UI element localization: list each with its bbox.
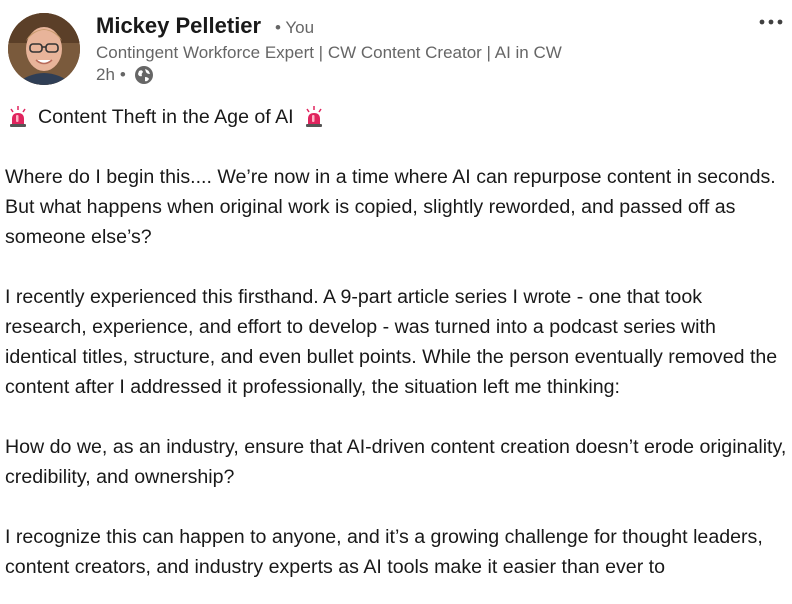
connection-degree: • You	[275, 18, 315, 37]
post-time: 2h	[96, 65, 115, 84]
post-meta: 2h •	[96, 65, 154, 85]
more-options-button[interactable]	[756, 8, 786, 36]
feed-post: Mickey Pelletier • You Contingent Workfo…	[0, 0, 792, 604]
post-title: Content Theft in the Age of AI	[38, 106, 294, 128]
siren-emoji-icon	[304, 106, 324, 128]
author-name[interactable]: Mickey Pelletier	[96, 13, 261, 39]
meta-separator: •	[119, 65, 126, 84]
globe-icon	[134, 65, 154, 85]
post-title-line: Content Theft in the Age of AI	[8, 102, 789, 132]
post-paragraph: I recognize this can happen to anyone, a…	[5, 526, 763, 578]
post-body: Content Theft in the Age of AI Where do …	[5, 102, 789, 582]
post-paragraph: How do we, as an industry, ensure that A…	[5, 436, 787, 488]
author-headline[interactable]: Contingent Workforce Expert | CW Content…	[96, 43, 562, 63]
more-horizontal-icon	[759, 19, 783, 25]
post-paragraph: I recently experienced this firsthand. A…	[5, 286, 778, 398]
siren-emoji-icon	[8, 106, 28, 128]
author-avatar[interactable]	[8, 13, 80, 85]
post-paragraph: Where do I begin this.... We’re now in a…	[5, 166, 776, 248]
